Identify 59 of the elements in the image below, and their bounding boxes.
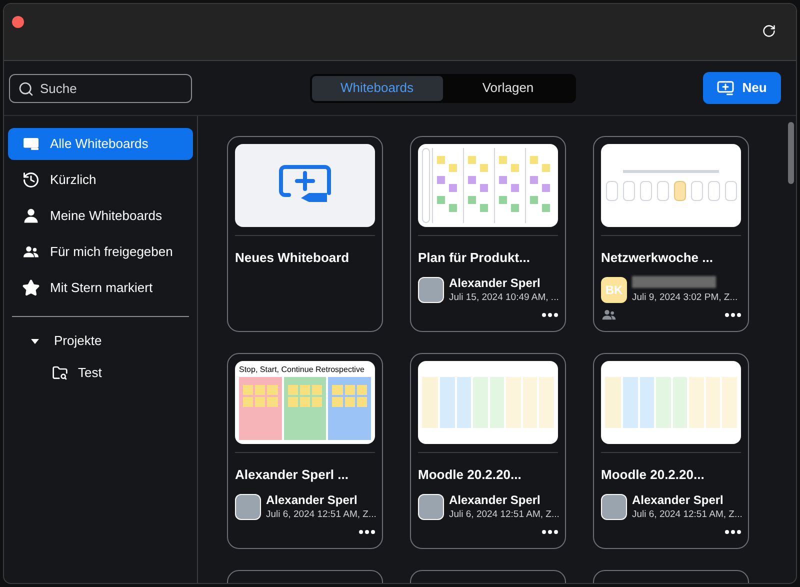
new-whiteboard-card[interactable]: Neues Whiteboard xyxy=(227,136,383,332)
search-field[interactable]: Suche xyxy=(9,74,192,102)
user-icon xyxy=(22,207,40,225)
date-text: Juli 9, 2024 3:02 PM, Z... xyxy=(632,290,738,304)
more-icon xyxy=(725,530,741,534)
sidebar-item[interactable]: Für mich freigegeben xyxy=(8,236,193,268)
thumbnail-title: Stop, Start, Continue Retrospective xyxy=(239,365,366,375)
date-text: Juli 15, 2024 10:49 AM, ... xyxy=(449,290,559,304)
more-icon xyxy=(359,530,375,534)
date-text: Juli 6, 2024 12:51 AM, Z... xyxy=(266,508,376,520)
sidebar-item[interactable]: Kürzlich xyxy=(8,164,193,196)
owner-name: Alexander Sperl xyxy=(632,492,724,508)
more-button[interactable] xyxy=(359,530,375,534)
avatar-photo-placeholder xyxy=(418,494,444,520)
avatar-photo-placeholder xyxy=(418,276,444,302)
add-whiteboard-icon xyxy=(717,80,734,96)
tab[interactable]: Vorlagen xyxy=(442,76,574,100)
more-button[interactable] xyxy=(725,530,741,534)
tab[interactable]: Whiteboards xyxy=(312,76,442,100)
whiteboard-card[interactable]: Moodle 20.2.20... Alexander Sperl Juli 6, 2024 12:51 AM, Z... xyxy=(593,353,749,549)
refresh-button[interactable] xyxy=(762,24,776,38)
whiteboard-card[interactable]: Plan für Produkt... Alexander Sperl Juli 15, 2024 10:49 AM, ... xyxy=(410,136,566,332)
whiteboard-card[interactable]: Moodle 20.2.20... Alexander Sperl Juli 6, 2024 12:51 AM, Z... xyxy=(410,353,566,549)
caret-icon xyxy=(30,336,40,346)
folder-icon xyxy=(52,365,68,381)
more-icon xyxy=(542,530,558,534)
owner-name: Alexander Sperl xyxy=(449,276,542,290)
owner-name: Alexander Sperl xyxy=(449,492,542,508)
more-button[interactable] xyxy=(542,530,558,534)
card-title: Neues Whiteboard xyxy=(235,249,350,267)
card-title: Alexander Sperl ... xyxy=(235,466,350,484)
whiteboard-icon xyxy=(22,135,40,153)
more-icon xyxy=(725,313,741,317)
new-button[interactable]: Neu xyxy=(703,72,781,104)
history-icon xyxy=(22,171,40,189)
more-button[interactable] xyxy=(725,313,741,317)
sidebar-item[interactable]: Alle Whiteboards xyxy=(8,128,193,160)
avatar: BK xyxy=(601,276,627,302)
sidebar-item[interactable]: Mit Stern markiert xyxy=(8,272,193,304)
search-icon xyxy=(18,80,34,96)
whiteboard-card[interactable]: Stop, Start, Continue Retrospective Alexander Sperl ... Alexander Sperl Juli 6, 2024 12:51 AM, Z... xyxy=(227,353,383,549)
avatar-photo-placeholder xyxy=(235,494,261,520)
date-text: Juli 6, 2024 12:51 AM, Z... xyxy=(632,508,742,520)
projects-toggle[interactable]: Projekte xyxy=(8,325,124,357)
card-title: Plan für Produkt... xyxy=(418,249,531,267)
refresh-icon xyxy=(762,24,776,38)
more-button[interactable] xyxy=(542,313,558,317)
more-icon xyxy=(542,313,558,317)
scrollbar[interactable] xyxy=(788,122,794,184)
star-icon xyxy=(22,279,40,297)
project-item[interactable]: Test xyxy=(8,357,193,389)
date-text: Juli 6, 2024 12:51 AM, Z... xyxy=(449,508,560,520)
owner-name: Alexander Sperl xyxy=(266,492,358,508)
card-title: Moodle 20.2.20... xyxy=(601,466,706,484)
sidebar-item[interactable]: Meine Whiteboards xyxy=(8,200,193,232)
card-title: Netzwerkwoche ... xyxy=(601,249,714,267)
whiteboard-card[interactable]: Netzwerkwoche ... BK Juli 9, 2024 3:02 PM, Z... xyxy=(593,136,749,332)
avatar-photo-placeholder xyxy=(601,494,627,520)
card-title: Moodle 20.2.20... xyxy=(418,466,522,484)
